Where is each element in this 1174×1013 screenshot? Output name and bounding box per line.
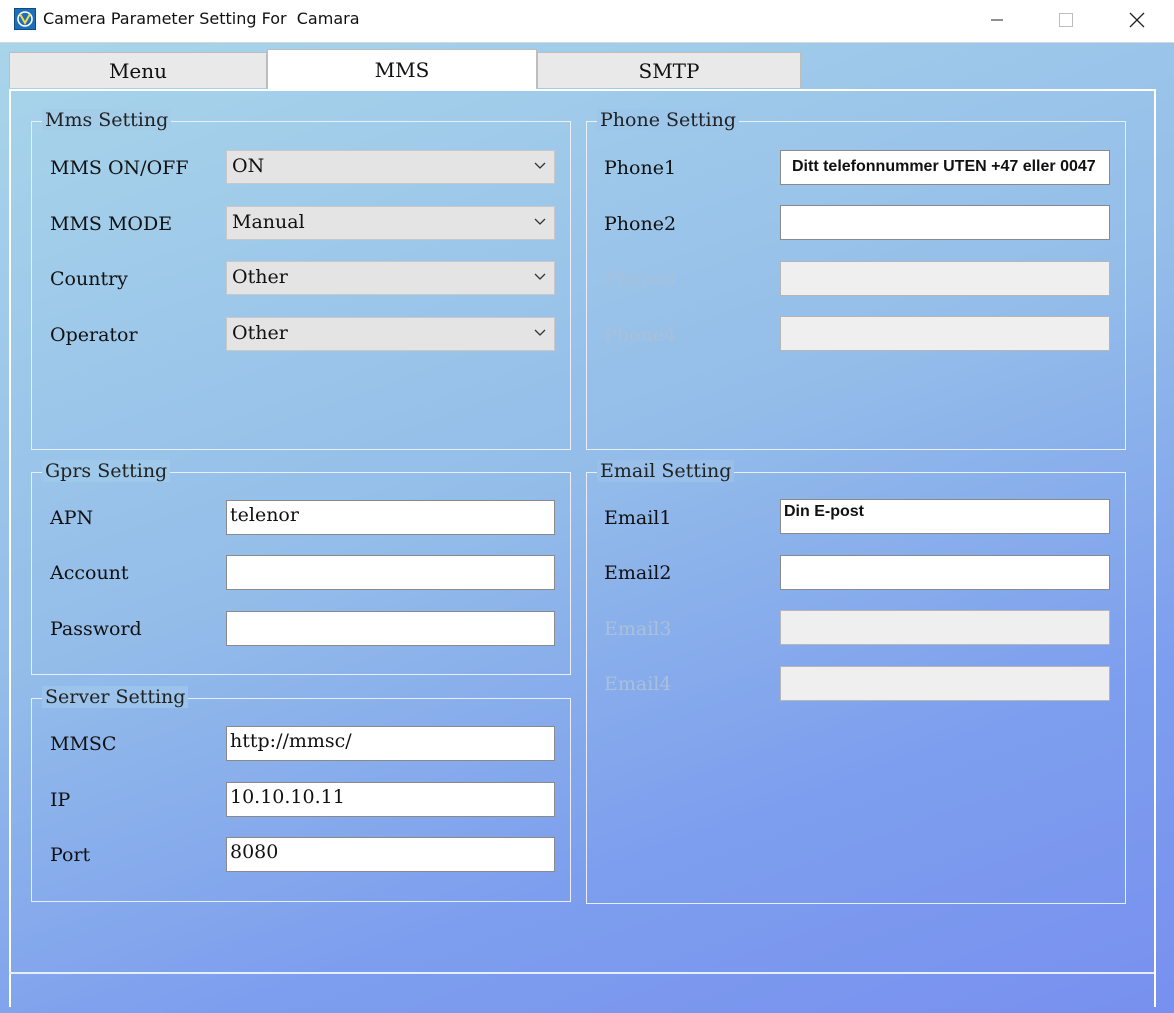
email3-field xyxy=(780,610,1110,645)
close-icon xyxy=(1129,12,1145,28)
phone3-label: Phone3 xyxy=(604,268,677,290)
account-label: Account xyxy=(50,562,129,584)
close-button[interactable] xyxy=(1114,0,1160,40)
country-label: Country xyxy=(50,268,128,290)
group-legend: Email Setting xyxy=(597,460,735,482)
phone3-field xyxy=(780,261,1110,296)
password-field[interactable] xyxy=(226,611,555,646)
minimize-icon xyxy=(991,19,1003,21)
chevron-down-icon xyxy=(534,218,546,225)
select-value: Other xyxy=(232,322,288,344)
group-legend: Server Setting xyxy=(42,686,189,708)
tab-mms[interactable]: MMS xyxy=(267,49,537,90)
maximize-button[interactable] xyxy=(1043,0,1089,40)
apn-field[interactable]: telenor xyxy=(226,500,555,535)
group-legend: Mms Setting xyxy=(42,109,172,131)
panel-divider xyxy=(9,972,1154,974)
chevron-down-icon xyxy=(534,329,546,336)
select-value: Other xyxy=(232,266,288,288)
email1-label: Email1 xyxy=(604,507,672,529)
select-value: Manual xyxy=(232,211,305,233)
group-legend: Phone Setting xyxy=(597,109,739,131)
title-bar: Camera Parameter Setting For Camara xyxy=(0,0,1174,43)
tab-label: MMS xyxy=(374,58,430,82)
apn-label: APN xyxy=(50,507,94,529)
phone2-label: Phone2 xyxy=(604,213,677,235)
tab-menu[interactable]: Menu xyxy=(9,52,267,88)
mmsc-field[interactable]: http://mmsc/ xyxy=(226,726,555,761)
email4-field xyxy=(780,666,1110,701)
email2-label: Email2 xyxy=(604,562,672,584)
chevron-down-icon xyxy=(534,162,546,169)
email4-label: Email4 xyxy=(604,673,672,695)
maximize-icon xyxy=(1059,13,1073,27)
minimize-button[interactable] xyxy=(974,0,1020,40)
account-field[interactable] xyxy=(226,555,555,590)
mms-onoff-select[interactable]: ON xyxy=(226,150,555,184)
group-legend: Gprs Setting xyxy=(42,460,171,482)
email1-field[interactable]: Din E-post xyxy=(780,499,1110,534)
mms-onoff-label: MMS ON/OFF xyxy=(50,157,189,179)
operator-label: Operator xyxy=(50,324,138,346)
password-label: Password xyxy=(50,618,142,640)
app-camera-icon xyxy=(14,8,36,30)
port-field[interactable]: 8080 xyxy=(226,837,555,872)
ip-field[interactable]: 10.10.10.11 xyxy=(226,782,555,817)
mmsc-label: MMSC xyxy=(50,733,117,755)
tab-label: SMTP xyxy=(638,58,700,83)
client-area: Menu MMS SMTP Mms Setting MMS ON/OFF ON … xyxy=(0,43,1174,1013)
email3-label: Email3 xyxy=(604,618,672,640)
tab-smtp[interactable]: SMTP xyxy=(537,52,801,88)
phone1-label: Phone1 xyxy=(604,157,677,179)
phone4-label: Phone4 xyxy=(604,324,677,346)
tab-label: Menu xyxy=(108,58,168,83)
phone2-field[interactable] xyxy=(780,205,1110,240)
select-value: ON xyxy=(232,155,265,177)
phone4-field xyxy=(780,316,1110,351)
country-select[interactable]: Other xyxy=(226,261,555,295)
email2-field[interactable] xyxy=(780,555,1110,590)
operator-select[interactable]: Other xyxy=(226,317,555,351)
chevron-down-icon xyxy=(534,273,546,280)
window-title: Camera Parameter Setting For Camara xyxy=(43,9,360,28)
mms-mode-select[interactable]: Manual xyxy=(226,206,555,240)
ip-label: IP xyxy=(50,789,71,811)
port-label: Port xyxy=(50,844,91,866)
phone1-field[interactable]: Ditt telefonnummer UTEN +47 eller 0047 xyxy=(780,150,1110,185)
mms-mode-label: MMS MODE xyxy=(50,213,173,235)
